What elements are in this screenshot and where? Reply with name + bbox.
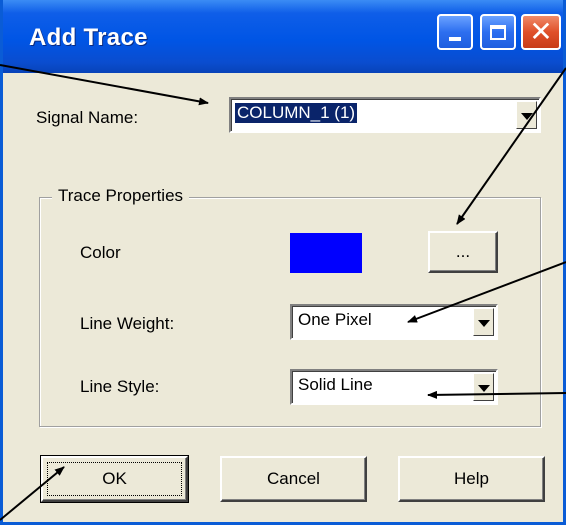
line-weight-value: One Pixel <box>298 310 372 329</box>
trace-properties-legend: Trace Properties <box>52 186 190 206</box>
chevron-down-icon <box>520 112 533 120</box>
signal-name-label: Signal Name: <box>36 108 139 127</box>
signal-name-combobox[interactable]: COLUMN_1 (1) <box>229 97 541 133</box>
cancel-button[interactable]: Cancel <box>220 456 367 502</box>
line-style-combobox[interactable]: Solid Line <box>290 369 498 405</box>
color-label: Color <box>80 243 121 262</box>
chevron-down-icon <box>477 319 490 327</box>
signal-name-dropdown-button[interactable] <box>516 101 537 129</box>
help-button[interactable]: Help <box>398 456 545 502</box>
line-weight-combobox[interactable]: One Pixel <box>290 304 498 340</box>
window-title: Add Trace <box>29 24 148 51</box>
maximize-icon <box>490 24 506 40</box>
maximize-button[interactable] <box>480 14 516 50</box>
line-weight-label: Line Weight: <box>80 314 175 333</box>
close-button[interactable]: ✕ <box>521 14 561 50</box>
line-style-value: Solid Line <box>298 375 373 394</box>
chevron-down-icon <box>477 384 490 392</box>
line-style-label: Line Style: <box>80 377 160 396</box>
color-swatch <box>290 233 362 273</box>
title-bar[interactable]: Add Trace ✕ <box>3 0 563 73</box>
minimize-icon <box>449 37 461 41</box>
line-style-dropdown-button[interactable] <box>473 373 494 401</box>
line-weight-dropdown-button[interactable] <box>473 308 494 336</box>
minimize-button[interactable] <box>437 14 473 50</box>
color-picker-button[interactable]: ... <box>428 231 498 273</box>
focus-rect <box>47 462 182 496</box>
close-icon: ✕ <box>529 15 553 48</box>
signal-name-value: COLUMN_1 (1) <box>235 103 358 123</box>
ok-button[interactable]: OK <box>40 455 189 503</box>
